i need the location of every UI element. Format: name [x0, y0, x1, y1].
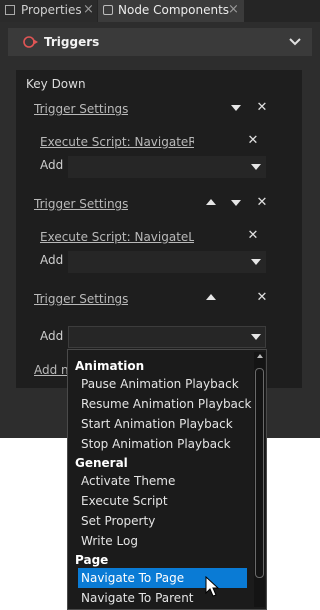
- add-action-dropdown[interactable]: [68, 251, 266, 273]
- chevron-down-icon[interactable]: [289, 37, 301, 47]
- properties-icon: [5, 5, 15, 15]
- scrollbar-thumb[interactable]: [255, 368, 264, 578]
- menu-scrollbar[interactable]: [254, 352, 265, 607]
- tab-node-components[interactable]: Node Components ×: [98, 0, 244, 22]
- menu-item-pause-animation[interactable]: Pause Animation Playback: [81, 377, 239, 391]
- arrow-up-icon: [206, 199, 216, 205]
- triggers-header[interactable]: Triggers: [8, 28, 312, 56]
- menu-item-write-log[interactable]: Write Log: [81, 534, 138, 548]
- trigger-icon: [23, 36, 38, 48]
- move-up-button[interactable]: [206, 294, 216, 300]
- dropdown-arrow-icon: [251, 259, 261, 265]
- menu-item-stop-animation[interactable]: Stop Animation Playback: [81, 437, 231, 451]
- menu-category-general: General: [75, 456, 128, 470]
- add-action-label: Add: [40, 329, 64, 343]
- node-components-icon: [103, 5, 113, 15]
- trigger-settings-link[interactable]: Trigger Settings: [34, 102, 128, 116]
- menu-category-page: Page: [75, 553, 109, 567]
- menu-item-navigate-to-page[interactable]: Navigate To Page: [81, 571, 184, 585]
- dropdown-arrow-icon: [251, 334, 261, 340]
- menu-item-execute-script[interactable]: Execute Script: [81, 494, 168, 508]
- scroll-up-arrow[interactable]: [257, 354, 263, 358]
- section-title: Triggers: [44, 35, 100, 49]
- remove-settings-button[interactable]: ✕: [255, 291, 269, 305]
- menu-item-start-animation[interactable]: Start Animation Playback: [81, 417, 233, 431]
- mouse-pointer-icon: [205, 576, 219, 597]
- tab-properties[interactable]: Properties ×: [0, 0, 97, 22]
- close-tab-components-icon[interactable]: ×: [228, 2, 239, 17]
- add-action-dropdown[interactable]: [68, 326, 266, 348]
- trigger-settings-link[interactable]: Trigger Settings: [34, 292, 128, 306]
- menu-item-navigate-to-parent[interactable]: Navigate To Parent: [81, 591, 194, 605]
- remove-action-button[interactable]: ✕: [246, 229, 260, 243]
- add-action-label: Add: [40, 253, 64, 267]
- add-action-label: Add: [40, 158, 64, 172]
- move-up-button[interactable]: [206, 199, 216, 205]
- menu-item-set-property[interactable]: Set Property: [81, 514, 155, 528]
- arrow-down-icon: [231, 105, 241, 111]
- menu-category-animation: Animation: [75, 359, 145, 373]
- close-tab-properties-icon[interactable]: ×: [83, 2, 94, 17]
- arrow-down-icon: [231, 200, 241, 206]
- remove-settings-button[interactable]: ✕: [255, 101, 269, 115]
- menu-item-resume-animation[interactable]: Resume Animation Playback: [81, 397, 251, 411]
- move-down-button[interactable]: [231, 105, 241, 111]
- dropdown-arrow-icon: [251, 164, 261, 170]
- action-execute-script[interactable]: Execute Script: NavigateRigh: [40, 135, 194, 149]
- trigger-settings-link[interactable]: Trigger Settings: [34, 197, 128, 211]
- menu-item-activate-theme[interactable]: Activate Theme: [81, 474, 175, 488]
- add-new-link[interactable]: Add ne: [34, 363, 68, 377]
- add-action-dropdown[interactable]: [68, 156, 266, 178]
- tab-node-components-label: Node Components: [118, 3, 230, 17]
- remove-settings-button[interactable]: ✕: [255, 196, 269, 210]
- move-down-button[interactable]: [231, 200, 241, 206]
- tab-properties-label: Properties: [21, 3, 82, 17]
- remove-action-button[interactable]: ✕: [246, 134, 260, 148]
- trigger-name: Key Down: [26, 77, 86, 91]
- arrow-up-icon: [206, 294, 216, 300]
- action-execute-script[interactable]: Execute Script: NavigateLeft,: [40, 230, 194, 244]
